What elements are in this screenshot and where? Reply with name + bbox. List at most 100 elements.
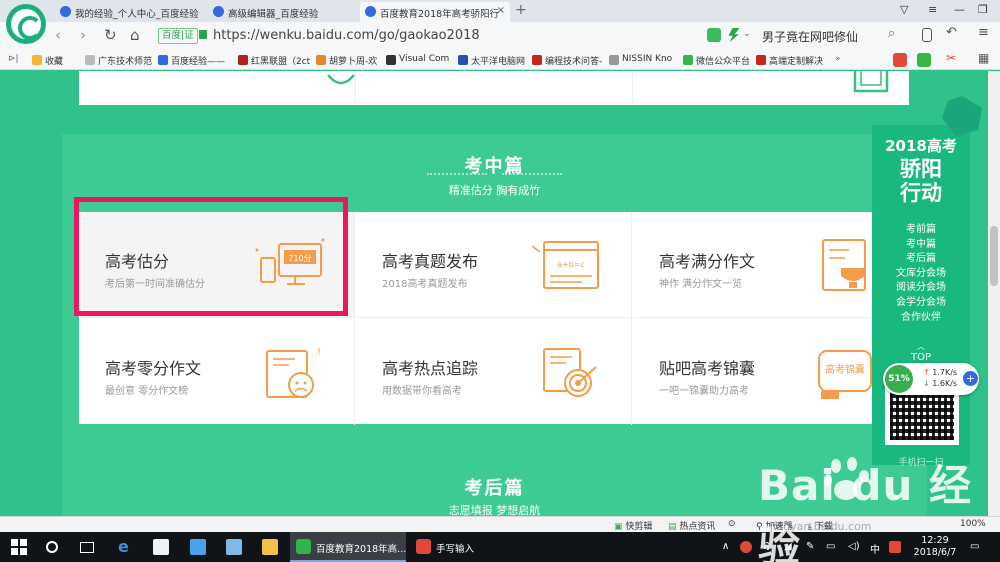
side-link-during-exam[interactable]: 考中篇 bbox=[872, 238, 970, 253]
chat-bubble-icon bbox=[327, 74, 355, 85]
baidu-paw-icon bbox=[60, 6, 71, 17]
browser-tab[interactable]: 我的经验_个人中心_百度经验 bbox=[55, 2, 203, 22]
side-link-before-exam[interactable]: 考前篇 bbox=[872, 223, 970, 238]
sidebar-toggle-icon[interactable]: ⊳| bbox=[8, 54, 19, 64]
card-subtitle: 2018高考真题发布 bbox=[382, 279, 468, 290]
settings-icon[interactable]: ⊙ bbox=[728, 519, 736, 529]
trophy-essay-icon bbox=[822, 239, 866, 291]
shield-icon bbox=[238, 55, 248, 65]
visual-studio-icon[interactable] bbox=[190, 539, 206, 555]
share-icon[interactable] bbox=[707, 28, 721, 42]
translate-icon[interactable] bbox=[917, 53, 931, 67]
browser-tab[interactable]: 高级编辑器_百度经验 bbox=[208, 2, 356, 22]
maximize-icon[interactable]: ❐ bbox=[978, 3, 988, 16]
bookmark-item[interactable]: 收藏 bbox=[32, 54, 63, 67]
bookmark-item[interactable]: 编程技术问答- bbox=[532, 54, 602, 67]
nissin-icon bbox=[609, 55, 619, 65]
accelerate-icon[interactable]: + bbox=[963, 371, 978, 386]
bookmark-item[interactable]: 百度经验—— bbox=[158, 54, 225, 67]
lock-icon[interactable] bbox=[199, 30, 207, 39]
bookmark-item[interactable]: 太平洋电脑网 bbox=[458, 54, 525, 67]
network-app-icon[interactable] bbox=[226, 539, 242, 555]
home-icon[interactable]: ⌂ bbox=[130, 26, 140, 44]
card-real-exam[interactable]: 高考真题发布 2018高考真题发布 a+b=c bbox=[356, 212, 632, 318]
side-link-wenku[interactable]: 文库分会场 bbox=[872, 267, 970, 282]
search-input[interactable]: 男子竟在网吧修仙 bbox=[762, 25, 902, 47]
memory-percent: 51% bbox=[885, 365, 913, 393]
cortana-icon[interactable] bbox=[46, 541, 58, 553]
url-field[interactable]: 百度|证 https://wenku.baidu.com/go/gaokao20… bbox=[155, 25, 695, 47]
new-tab-button[interactable]: + bbox=[515, 2, 527, 18]
bookmark-item[interactable]: 高端定制解决 bbox=[756, 54, 823, 67]
menu-icon[interactable]: ≡ bbox=[978, 25, 992, 40]
bookmarks-bar: ⊳| 收藏 广东技术师范 百度经验—— 红黑联盟（2ct 胡萝卜周-欢 Visu… bbox=[0, 50, 1000, 70]
card-tieba-tips[interactable]: 贴吧高考锦囊 一吧一锦囊助力高考 高考锦囊 bbox=[633, 319, 909, 425]
forward-icon[interactable]: › bbox=[80, 26, 86, 44]
baidu-verified-badge[interactable]: 百度|证 bbox=[158, 28, 198, 44]
formula-text: a+b=c bbox=[557, 260, 585, 269]
lightning-icon[interactable] bbox=[728, 28, 740, 42]
minimize-icon[interactable]: — bbox=[954, 3, 965, 16]
side-link-reading[interactable]: 阅读分会场 bbox=[872, 281, 970, 296]
score-estimate-icon: 710分 bbox=[255, 238, 325, 285]
url-text[interactable]: https://wenku.baidu.com/go/gaokao2018 bbox=[213, 28, 480, 43]
network-speed-widget[interactable]: 51% ↑ 1.7K/s ↓ 1.6K/s + bbox=[883, 363, 979, 395]
side-link-partners[interactable]: 合作伙伴 bbox=[872, 311, 970, 326]
card-hot-topics[interactable]: 高考热点追踪 用数据带你看高考 bbox=[356, 319, 632, 425]
search-icon[interactable]: ⌕ bbox=[888, 26, 902, 41]
side-panel-title: 骄阳 行动 bbox=[900, 157, 942, 205]
edge-icon[interactable]: e bbox=[118, 537, 134, 556]
undo-icon[interactable]: ↶ bbox=[946, 25, 960, 40]
tv-icon[interactable] bbox=[893, 53, 907, 67]
refresh-icon[interactable]: ↻ bbox=[104, 26, 117, 44]
browser-tab-active[interactable]: 百度教育2018年高考骄阳行 × bbox=[360, 2, 510, 22]
divider bbox=[632, 71, 633, 105]
exam-paper-icon: a+b=c bbox=[532, 241, 599, 289]
status-hot-news[interactable]: ▤ 热点资讯 bbox=[668, 519, 715, 532]
file-explorer-icon[interactable] bbox=[262, 539, 278, 555]
tieba-bag-icon: 高考锦囊 bbox=[818, 350, 872, 399]
back-icon[interactable]: ‹ bbox=[55, 26, 61, 44]
menu-icon[interactable]: ≡ bbox=[928, 3, 937, 16]
side-panel-year: 2018高考 bbox=[885, 137, 957, 155]
tab-label: 我的经验_个人中心_百度经验 bbox=[75, 9, 199, 20]
back-to-top-button[interactable]: ︿ TOP bbox=[872, 341, 970, 363]
taskbar-app-handwriting[interactable]: 手写输入 bbox=[410, 532, 500, 562]
bookmark-item[interactable]: NISSIN Kno bbox=[609, 54, 672, 65]
tray-expand-icon[interactable]: ∧ bbox=[722, 541, 729, 552]
shirt-skin-icon[interactable]: ▽ bbox=[900, 3, 908, 16]
folder-icon bbox=[85, 55, 95, 65]
phone-icon[interactable] bbox=[922, 28, 932, 42]
card-score-estimate[interactable]: 高考估分 考后第一时间准确估分 710分 bbox=[79, 212, 355, 318]
bookmark-item[interactable]: Visual Com bbox=[386, 54, 449, 65]
side-link-learning[interactable]: 会学分会场 bbox=[872, 296, 970, 311]
bookmark-item[interactable]: 红黑联盟（2ct bbox=[238, 54, 310, 67]
grid-apps-icon[interactable]: ▦ bbox=[978, 51, 989, 65]
carrot-icon bbox=[316, 55, 326, 65]
bookmark-item[interactable]: 微信公众平台 bbox=[683, 54, 750, 67]
more-bookmarks-icon[interactable]: » bbox=[835, 54, 841, 64]
close-tab-icon[interactable]: × bbox=[497, 5, 505, 16]
scissors-icon[interactable]: ✂ bbox=[946, 51, 956, 65]
search-text[interactable]: 男子竟在网吧修仙 bbox=[762, 30, 858, 44]
card-subtitle: 用数据带你看高考 bbox=[382, 386, 462, 397]
document-icon bbox=[853, 71, 889, 93]
card-full-score-essay[interactable]: 高考满分作文 神作 满分作文一览 bbox=[633, 212, 909, 318]
bookmark-item[interactable]: 广东技术师范 bbox=[85, 54, 152, 67]
bookmark-item[interactable]: 胡萝卜周-欢 bbox=[316, 54, 377, 67]
scroll-thumb[interactable] bbox=[990, 226, 998, 286]
card-zero-score-essay[interactable]: 高考零分作文 最创意 零分作文榜 ! bbox=[79, 319, 355, 425]
taskbar-app-browser[interactable]: 百度教育2018年高... bbox=[290, 532, 406, 562]
task-view-icon[interactable] bbox=[80, 542, 94, 553]
browser-logo-icon[interactable] bbox=[6, 4, 46, 44]
vertical-scrollbar[interactable] bbox=[988, 71, 1000, 516]
chevron-down-icon[interactable]: ⌄ bbox=[743, 29, 751, 43]
score-badge: 710分 bbox=[288, 254, 311, 263]
windows-start-icon[interactable] bbox=[11, 539, 27, 555]
tab-label: 百度教育2018年高考骄阳行 bbox=[380, 9, 500, 20]
tray-app-icon[interactable] bbox=[740, 541, 752, 553]
side-link-after-exam[interactable]: 考后篇 bbox=[872, 252, 970, 267]
tab-label: 高级编辑器_百度经验 bbox=[228, 9, 319, 20]
store-icon[interactable] bbox=[153, 539, 169, 555]
status-quick-edit[interactable]: ▣ 快剪辑 bbox=[614, 519, 652, 532]
